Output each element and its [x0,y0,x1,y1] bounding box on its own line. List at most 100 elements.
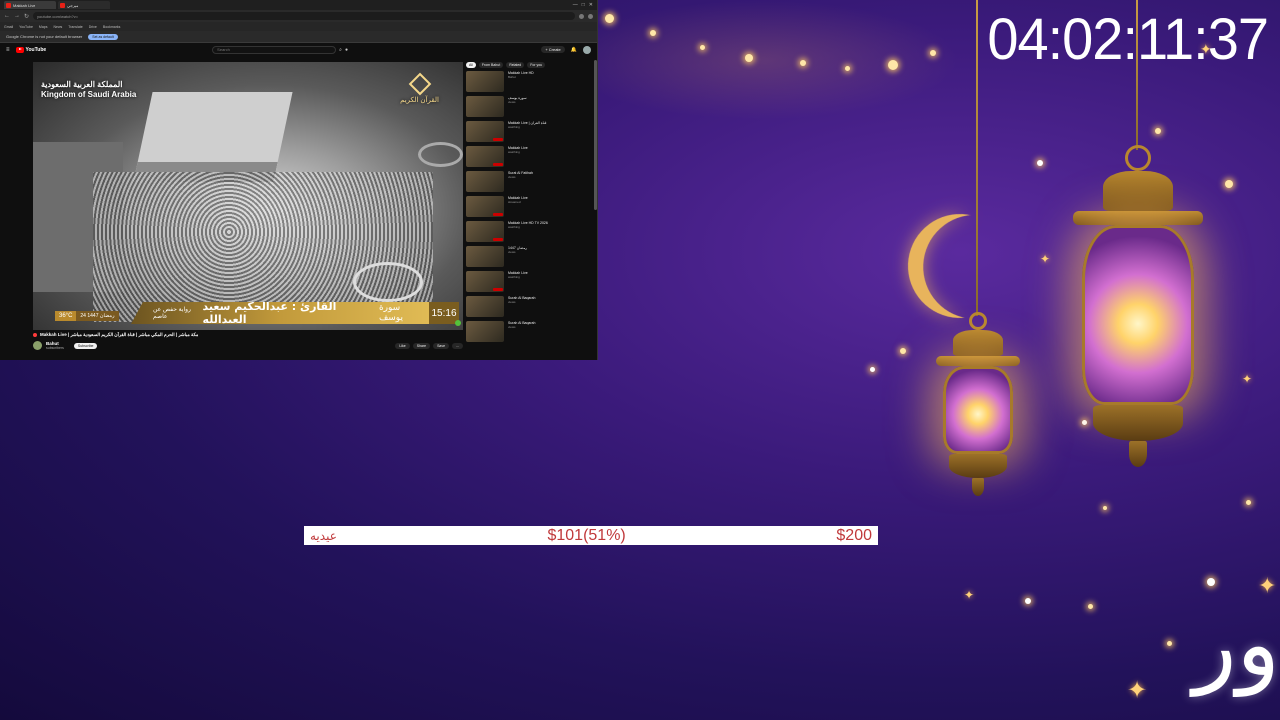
profile-icon[interactable] [588,13,593,19]
recommendation-item[interactable]: 1447 رمضان views [466,246,596,267]
live-dot-icon [33,333,37,337]
microphone-icon[interactable]: ● [345,47,348,53]
recommendation-item[interactable]: Makkah Live | قناة القرآن watching [466,121,596,142]
chip-related[interactable]: Related [506,62,525,68]
more-button[interactable]: ... [452,342,463,349]
bookmark-item[interactable]: Maps [39,25,48,29]
live-indicator-icon [455,320,461,326]
live-badge [493,238,503,241]
recommendation-thumbnail[interactable] [466,271,504,292]
filter-chips: All From Bahut Related For you [466,62,596,68]
bookmark-item[interactable]: News [53,25,62,29]
country-caption-en: Kingdom of Saudi Arabia [41,89,137,99]
subscribe-button[interactable]: Subscribe [73,342,98,349]
bookmark-item[interactable]: Gmail [4,25,13,29]
recommendations-sidebar: All From Bahut Related For you Makkah Li… [466,62,596,360]
recommendation-thumbnail[interactable] [466,121,504,142]
url-input[interactable]: youtube.com/watch?v= [33,12,575,20]
riwaya-caption: رواية حفص عن عاصم [153,307,191,320]
minimize-icon[interactable]: — [573,2,578,8]
window-controls: — □ ✕ [573,2,597,8]
browser-tab[interactable]: Makkah Live [4,1,56,9]
close-icon[interactable]: ✕ [589,2,593,8]
bookmark-item[interactable]: Translate [68,25,82,29]
recommendation-text: 1447 رمضان views [508,246,596,267]
recommendation-item[interactable]: سورة يوسف views [466,96,596,117]
youtube-header: ≡ YouTube Search ⌕ ● + Create 🔔 [0,43,597,56]
chip-from-channel[interactable]: From Bahut [478,62,504,68]
recommendation-item[interactable]: Surat Al Fatihah views [466,171,596,192]
recommendation-thumbnail[interactable] [466,296,504,317]
channel-avatar[interactable] [33,341,42,350]
recommendation-thumbnail[interactable] [466,221,504,242]
scene-structure [353,262,423,302]
avatar[interactable] [583,45,591,54]
recommendation-text: Makkah Live watching [508,271,596,292]
recommendation-thumbnail[interactable] [466,71,504,92]
header-actions: + Create 🔔 [541,45,591,54]
bookmark-item[interactable]: Bookmarks [103,25,121,29]
create-button[interactable]: + Create [541,46,565,53]
recommendation-item[interactable]: Makkah Live HD TV 2026 watching [466,221,596,242]
recommendation-text: Surah Al Baqarah views [508,321,596,342]
youtube-logo[interactable]: YouTube [15,46,46,53]
recommendation-meta: streamed [508,200,521,205]
recommendation-item[interactable]: Makkah Live watching [466,271,596,292]
infobar-text: Google Chrome is not your default browse… [6,34,83,39]
scrollbar[interactable] [594,60,597,210]
recommendation-item[interactable]: Surah Al Baqarah views [466,296,596,317]
goal-target-amount: $200 [836,526,872,544]
video-details: Makkah Live | مكة مباشر | الحرم المكي مب… [33,332,463,358]
chip-for-you[interactable]: For you [527,62,546,68]
chip-all[interactable]: All [466,62,476,68]
recommendation-thumbnail[interactable] [466,146,504,167]
recommendation-meta: views [508,175,516,180]
recommendation-text: Makkah Live watching [508,146,596,167]
reload-icon[interactable]: ↻ [24,13,29,20]
country-caption-ar: المملكة العربية السعودية [41,80,123,89]
video-title-row: Makkah Live | مكة مباشر | الحرم المكي مب… [33,332,463,338]
browser-tab[interactable]: ميرجي [58,1,110,9]
recommendation-item[interactable]: Makkah Live streamed [466,196,596,217]
share-button[interactable]: Share [412,342,431,349]
recommendation-item[interactable]: Makkah Live watching [466,146,596,167]
recommendation-thumbnail[interactable] [466,196,504,217]
recommendation-text: Makkah Live | قناة القرآن watching [508,121,596,142]
bookmarks-bar: Gmail YouTube Maps News Translate Drive … [0,22,597,31]
search-icon[interactable]: ⌕ [339,47,342,53]
recommendation-meta: views [508,100,516,105]
video-player[interactable]: المملكة العربية السعودية Kingdom of Saud… [33,62,463,330]
recommendation-thumbnail[interactable] [466,246,504,267]
bookmark-item[interactable]: Drive [89,25,97,29]
recommendation-meta: watching [508,275,520,280]
recommendation-meta: watching [508,125,520,130]
country-caption: المملكة العربية السعودية Kingdom of Saud… [41,80,136,99]
like-button[interactable]: Like [395,342,410,349]
recommendation-thumbnail[interactable] [466,171,504,192]
live-badge [493,213,503,216]
youtube-play-icon [15,46,24,53]
forward-icon[interactable]: → [14,13,20,19]
scene-structure [418,142,463,167]
extension-icon[interactable] [579,13,584,19]
recommendation-thumbnail[interactable] [466,321,504,342]
back-icon[interactable]: ← [4,13,10,19]
search-input[interactable]: Search [212,45,337,54]
recommendation-item[interactable]: Surah Al Baqarah views [466,321,596,342]
save-button[interactable]: Save [433,342,450,349]
lantern-large-icon [1070,145,1206,467]
live-badge [493,138,503,141]
reader-banner: رواية حفص عن عاصم القارئ : عبدالحكيم سعي… [131,302,429,324]
tab-label: ميرجي [67,2,79,8]
set-default-button[interactable]: Set as default [88,33,118,40]
channel-watermark-text: القرآن الكريم [400,97,439,104]
notifications-icon[interactable]: 🔔 [571,47,577,53]
tab-label: Makkah Live [13,2,36,8]
maximize-icon[interactable]: □ [582,2,585,8]
recommendation-thumbnail[interactable] [466,96,504,117]
bookmark-item[interactable]: YouTube [19,25,33,29]
menu-icon[interactable]: ≡ [6,47,10,53]
live-badge [493,288,503,291]
search-bar: Search ⌕ ● [212,45,348,54]
recommendation-item[interactable]: Makkah Live HD Bahut [466,71,596,92]
